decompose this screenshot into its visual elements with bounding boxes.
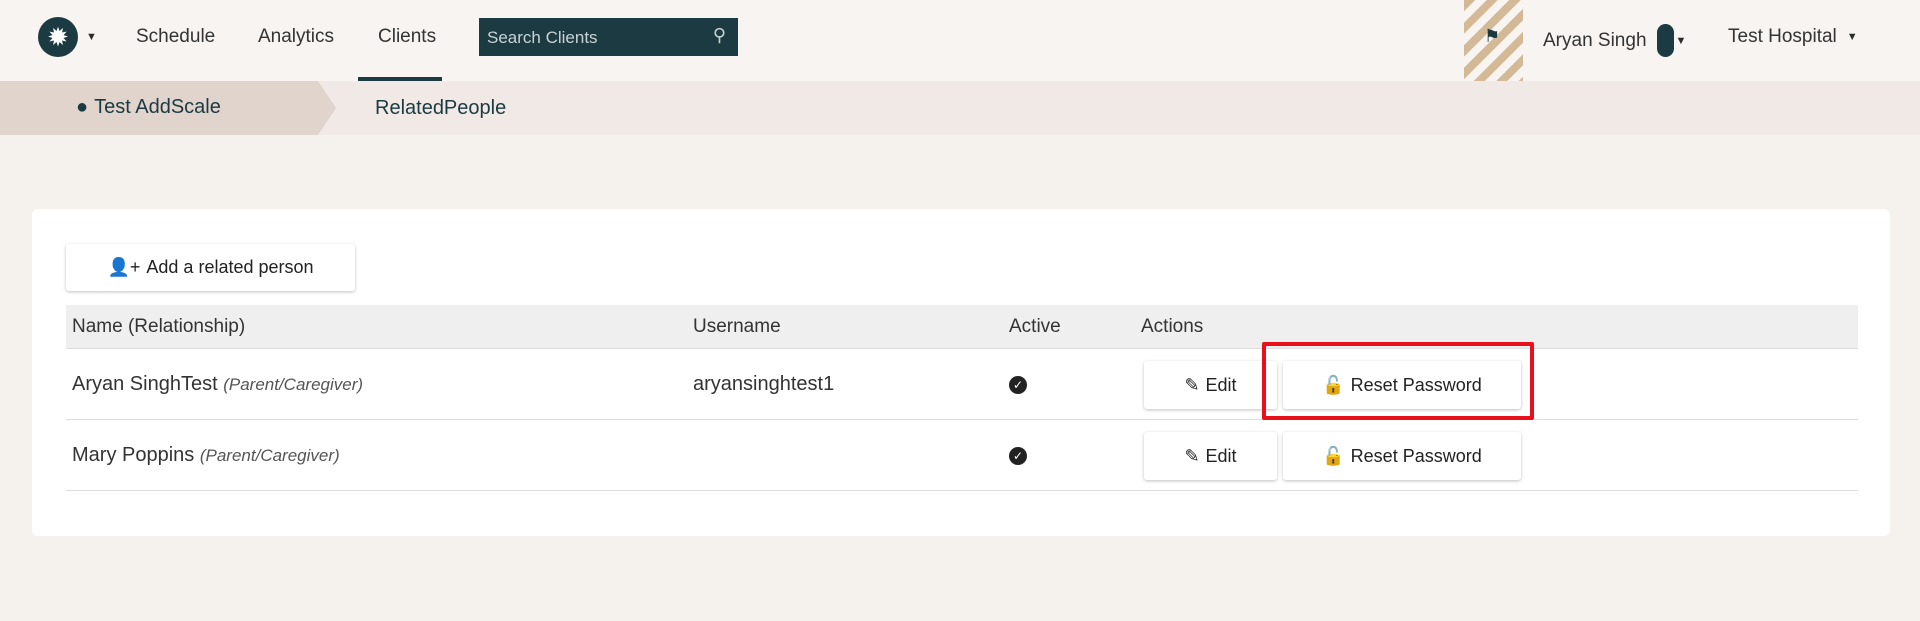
nav-analytics[interactable]: Analytics [258,26,334,48]
unlock-icon: 🔓 [1322,445,1345,466]
org-menu[interactable]: Test Hospital ▼ [1728,26,1858,48]
column-header-name: Name (Relationship) [72,316,246,337]
nav-clients[interactable]: Clients [378,26,436,48]
person-name: Mary Poppins [72,444,195,466]
edit-icon: ✎ [1184,374,1200,395]
flag-area[interactable]: ⚑ [1464,0,1523,81]
relationship: (Parent/Caregiver) [223,375,364,394]
edit-label: Edit [1205,445,1237,466]
reset-label: Reset Password [1350,445,1482,466]
add-button-label: Add a related person [146,257,314,277]
row-name: Aryan SinghTest (Parent/Caregiver) [72,373,363,396]
user-plus-icon: 👤+ [107,257,141,277]
highlight-annotation [1262,342,1534,420]
caret-down-icon: ▼ [86,31,97,43]
column-header-active: Active [1009,316,1061,337]
flag-icon: ⚑ [1484,26,1501,46]
breadcrumb-client-label[interactable]: ● Test AddScale [76,96,221,119]
user-avatar [1656,24,1674,57]
user-name: Aryan Singh [1543,29,1647,51]
row-name: Mary Poppins (Parent/Caregiver) [72,444,340,467]
edit-button[interactable]: ✎ Edit [1144,361,1277,409]
nav-schedule[interactable]: Schedule [136,26,215,48]
person-name: Aryan SinghTest [72,373,218,395]
row-username: aryansinghtest1 [693,373,835,395]
user-circle-icon: ● [76,96,89,118]
relationship: (Parent/Caregiver) [199,446,340,465]
logo-menu[interactable]: ✹ ▼ [38,17,97,57]
breadcrumb-page: RelatedPeople [375,97,507,119]
edit-button[interactable]: ✎ Edit [1144,432,1277,480]
edit-icon: ✎ [1184,445,1200,466]
search-input[interactable]: Search Clients ⚲ [479,18,738,56]
search-placeholder: Search Clients [487,28,598,47]
org-name: Test Hospital [1728,26,1837,47]
caret-down-icon: ▼ [1675,34,1687,47]
client-name: Test AddScale [94,96,221,118]
user-menu[interactable]: Aryan Singh ▼ [1543,24,1686,57]
logo-icon: ✹ [38,17,78,57]
search-icon[interactable]: ⚲ [713,25,726,46]
reset-password-button[interactable]: 🔓 Reset Password [1283,432,1521,480]
table-header [66,305,1858,349]
caret-down-icon: ▼ [1846,31,1858,43]
edit-label: Edit [1205,374,1237,395]
active-check-icon: ✓ [1009,376,1027,394]
column-header-actions: Actions [1141,316,1204,337]
add-related-person-button[interactable]: 👤+ Add a related person [66,244,355,291]
column-header-username: Username [693,316,781,337]
active-check-icon: ✓ [1009,447,1027,465]
